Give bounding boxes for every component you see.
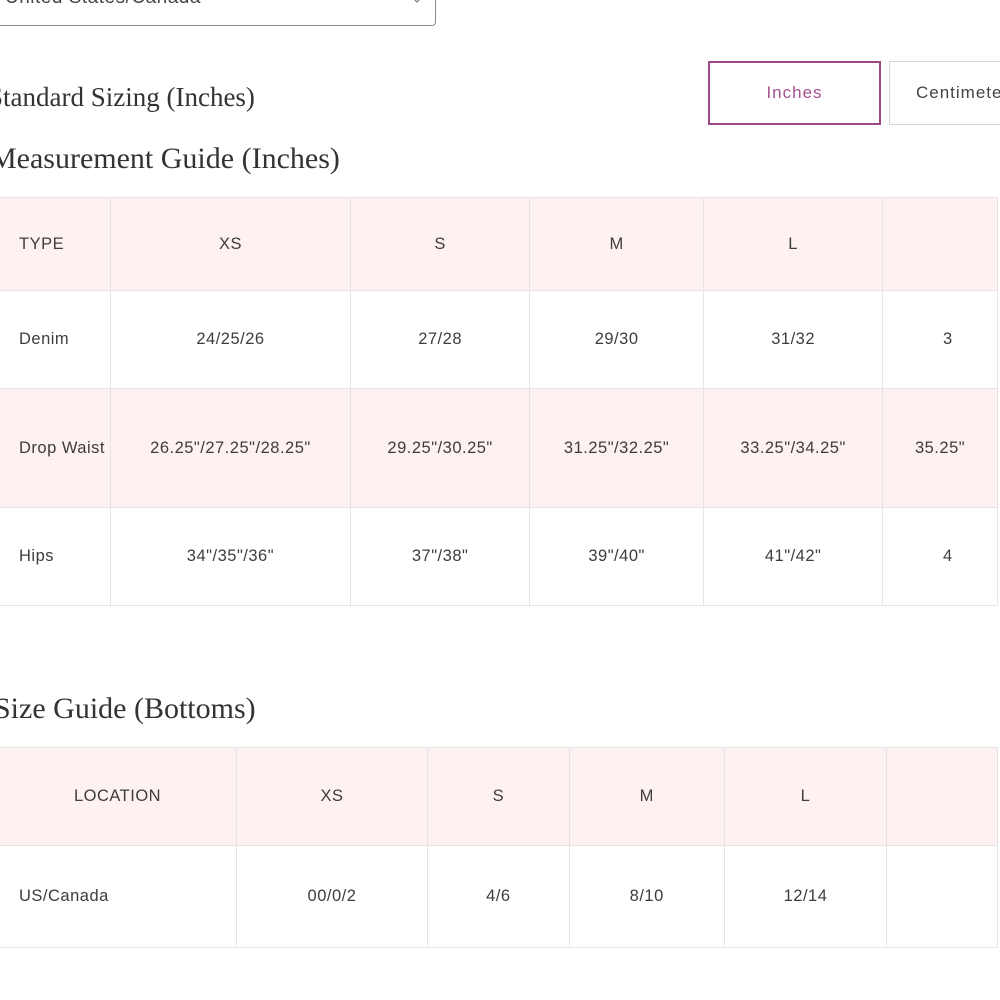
table-row: Drop Waist 26.25"/27.25"/28.25" 29.25"/3… xyxy=(0,388,999,508)
row-label: US/Canada xyxy=(0,845,238,948)
column-header: L xyxy=(723,747,888,846)
column-header: S xyxy=(350,197,530,291)
table-header-row: LOCATION XS S M L xyxy=(0,747,998,846)
column-header: M xyxy=(528,197,705,291)
table-row: US/Canada 00/0/2 4/6 8/10 12/14 xyxy=(0,845,998,948)
table-row: Hips 34"/35"/36" 37"/38" 39"/40" 41"/42"… xyxy=(0,507,999,606)
table-cell: 8/10 xyxy=(568,845,725,948)
table-cell: 3 xyxy=(881,290,999,389)
table-cell: 41"/42" xyxy=(703,507,883,606)
column-header: L xyxy=(703,197,883,291)
table-cell: 33.25"/34.25" xyxy=(703,388,883,508)
column-header: XS xyxy=(109,197,352,291)
table-cell: 4/6 xyxy=(426,845,570,948)
column-header xyxy=(881,197,999,291)
table-cell: 39"/40" xyxy=(528,507,705,606)
table-cell: 35.25" xyxy=(881,388,999,508)
column-header: LOCATION xyxy=(0,747,238,846)
table-header-row: TYPE XS S M L xyxy=(0,197,999,291)
table-cell: 29.25"/30.25" xyxy=(350,388,530,508)
column-header: XS xyxy=(236,747,428,846)
centimeters-button[interactable]: Centimeters xyxy=(889,61,1000,125)
column-header: TYPE xyxy=(0,197,111,291)
row-label: Hips xyxy=(0,507,111,606)
table-cell: 27/28 xyxy=(350,290,530,389)
measurement-guide-table: TYPE XS S M L Denim 24/25/26 27/28 29/30… xyxy=(0,197,999,606)
table-cell: 29/30 xyxy=(528,290,705,389)
inches-button[interactable]: Inches xyxy=(708,61,881,125)
column-header xyxy=(886,747,998,846)
table-cell: 4 xyxy=(881,507,999,606)
row-label: Denim xyxy=(0,290,111,389)
measurement-guide-title: Measurement Guide (Inches) xyxy=(0,142,340,175)
table-cell: 00/0/2 xyxy=(236,845,428,948)
column-header: M xyxy=(568,747,725,846)
table-cell xyxy=(886,845,998,948)
table-cell: 12/14 xyxy=(723,845,888,948)
table-cell: 26.25"/27.25"/28.25" xyxy=(109,388,352,508)
table-row: Denim 24/25/26 27/28 29/30 31/32 3 xyxy=(0,290,999,389)
table-cell: 31.25"/32.25" xyxy=(528,388,705,508)
table-cell: 37"/38" xyxy=(350,507,530,606)
size-guide-table: LOCATION XS S M L US/Canada 00/0/2 4/6 8… xyxy=(0,747,998,948)
table-cell: 34"/35"/36" xyxy=(109,507,352,606)
region-select-value: United States/Canada xyxy=(5,0,201,9)
size-guide-title: Size Guide (Bottoms) xyxy=(0,692,256,725)
standard-sizing-title: Standard Sizing (Inches) xyxy=(0,82,255,112)
table-cell: 31/32 xyxy=(703,290,883,389)
chevron-down-icon xyxy=(411,0,423,3)
column-header: S xyxy=(426,747,570,846)
table-cell: 24/25/26 xyxy=(109,290,352,389)
row-label: Drop Waist xyxy=(0,388,111,508)
region-select[interactable]: United States/Canada xyxy=(0,0,436,26)
